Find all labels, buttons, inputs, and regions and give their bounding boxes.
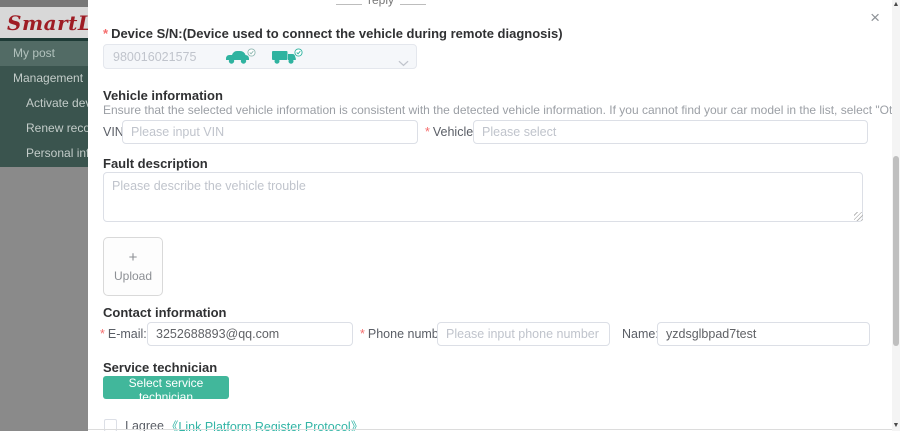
email-label-text: E-mail:: [108, 327, 147, 341]
upload-label: Upload: [114, 269, 152, 283]
car-status-badge-icon: [247, 44, 256, 62]
sidebar-item-personal-information[interactable]: Personal information: [0, 141, 88, 166]
app-logo-text: SmartLink: [7, 11, 88, 35]
screen: SmartLink My post Management Activate de…: [0, 0, 900, 431]
clipped-reply-text: reply: [368, 0, 394, 7]
vehicle-select-input[interactable]: [473, 120, 868, 144]
sidebar-item-management[interactable]: Management: [0, 66, 88, 91]
phone-number-input[interactable]: [437, 322, 610, 346]
service-technician-heading: Service technician: [103, 360, 217, 375]
bottom-divider: [88, 429, 892, 430]
name-label: Name:: [622, 327, 659, 341]
required-asterisk: *: [360, 327, 365, 341]
truck-icon: [271, 48, 298, 65]
device-sn-select[interactable]: 980016021575: [103, 44, 417, 69]
vehicle-label: *Vehicle:: [425, 125, 477, 139]
sidebar-item-renew-records[interactable]: Renew records: [0, 116, 88, 141]
plus-icon: +: [129, 250, 138, 265]
divider-line-left: [336, 4, 362, 5]
fault-description-heading: Fault description: [103, 156, 208, 171]
vertical-scrollbar[interactable]: ▲ ▼: [892, 0, 900, 431]
fault-description-textarea[interactable]: [103, 172, 863, 222]
clipped-reply-divider: reply: [336, 0, 426, 7]
required-asterisk: *: [103, 26, 108, 41]
contact-info-heading: Contact information: [103, 305, 227, 320]
app-logo: SmartLink: [0, 7, 88, 38]
vehicle-label-text: Vehicle:: [433, 125, 477, 139]
dimmed-page-top: [0, 0, 88, 7]
vehicle-info-note: Ensure that the selected vehicle informa…: [103, 103, 900, 117]
car-icon: [224, 48, 251, 65]
select-service-technician-button[interactable]: Select service technician: [103, 376, 229, 399]
sidebar-item-my-post[interactable]: My post: [0, 41, 88, 66]
vin-input[interactable]: [122, 120, 418, 144]
sidebar: My post Management Activate device Renew…: [0, 41, 88, 167]
email-label: *E-mail:: [100, 327, 147, 341]
required-asterisk: *: [425, 125, 430, 139]
scroll-down-icon[interactable]: ▼: [892, 421, 900, 431]
vehicle-info-heading: Vehicle information: [103, 88, 223, 103]
truck-status-badge-icon: [294, 44, 303, 62]
upload-button[interactable]: + Upload: [103, 237, 163, 296]
device-sn-value: 980016021575: [104, 50, 196, 64]
device-sn-label-text: Device S/N:(Device used to connect the v…: [111, 26, 563, 41]
name-input[interactable]: [657, 322, 870, 346]
email-input[interactable]: [147, 322, 353, 346]
remote-diagnosis-form-modal: reply × *Device S/N:(Device used to conn…: [88, 0, 892, 431]
chevron-down-icon: [398, 54, 409, 72]
device-sn-label: *Device S/N:(Device used to connect the …: [103, 26, 563, 41]
divider-line-right: [400, 4, 426, 5]
scroll-up-icon[interactable]: ▲: [892, 0, 900, 10]
required-asterisk: *: [100, 327, 105, 341]
sidebar-item-activate-device[interactable]: Activate device: [0, 91, 88, 116]
scrollbar-thumb[interactable]: [893, 156, 899, 346]
close-icon[interactable]: ×: [870, 10, 880, 26]
